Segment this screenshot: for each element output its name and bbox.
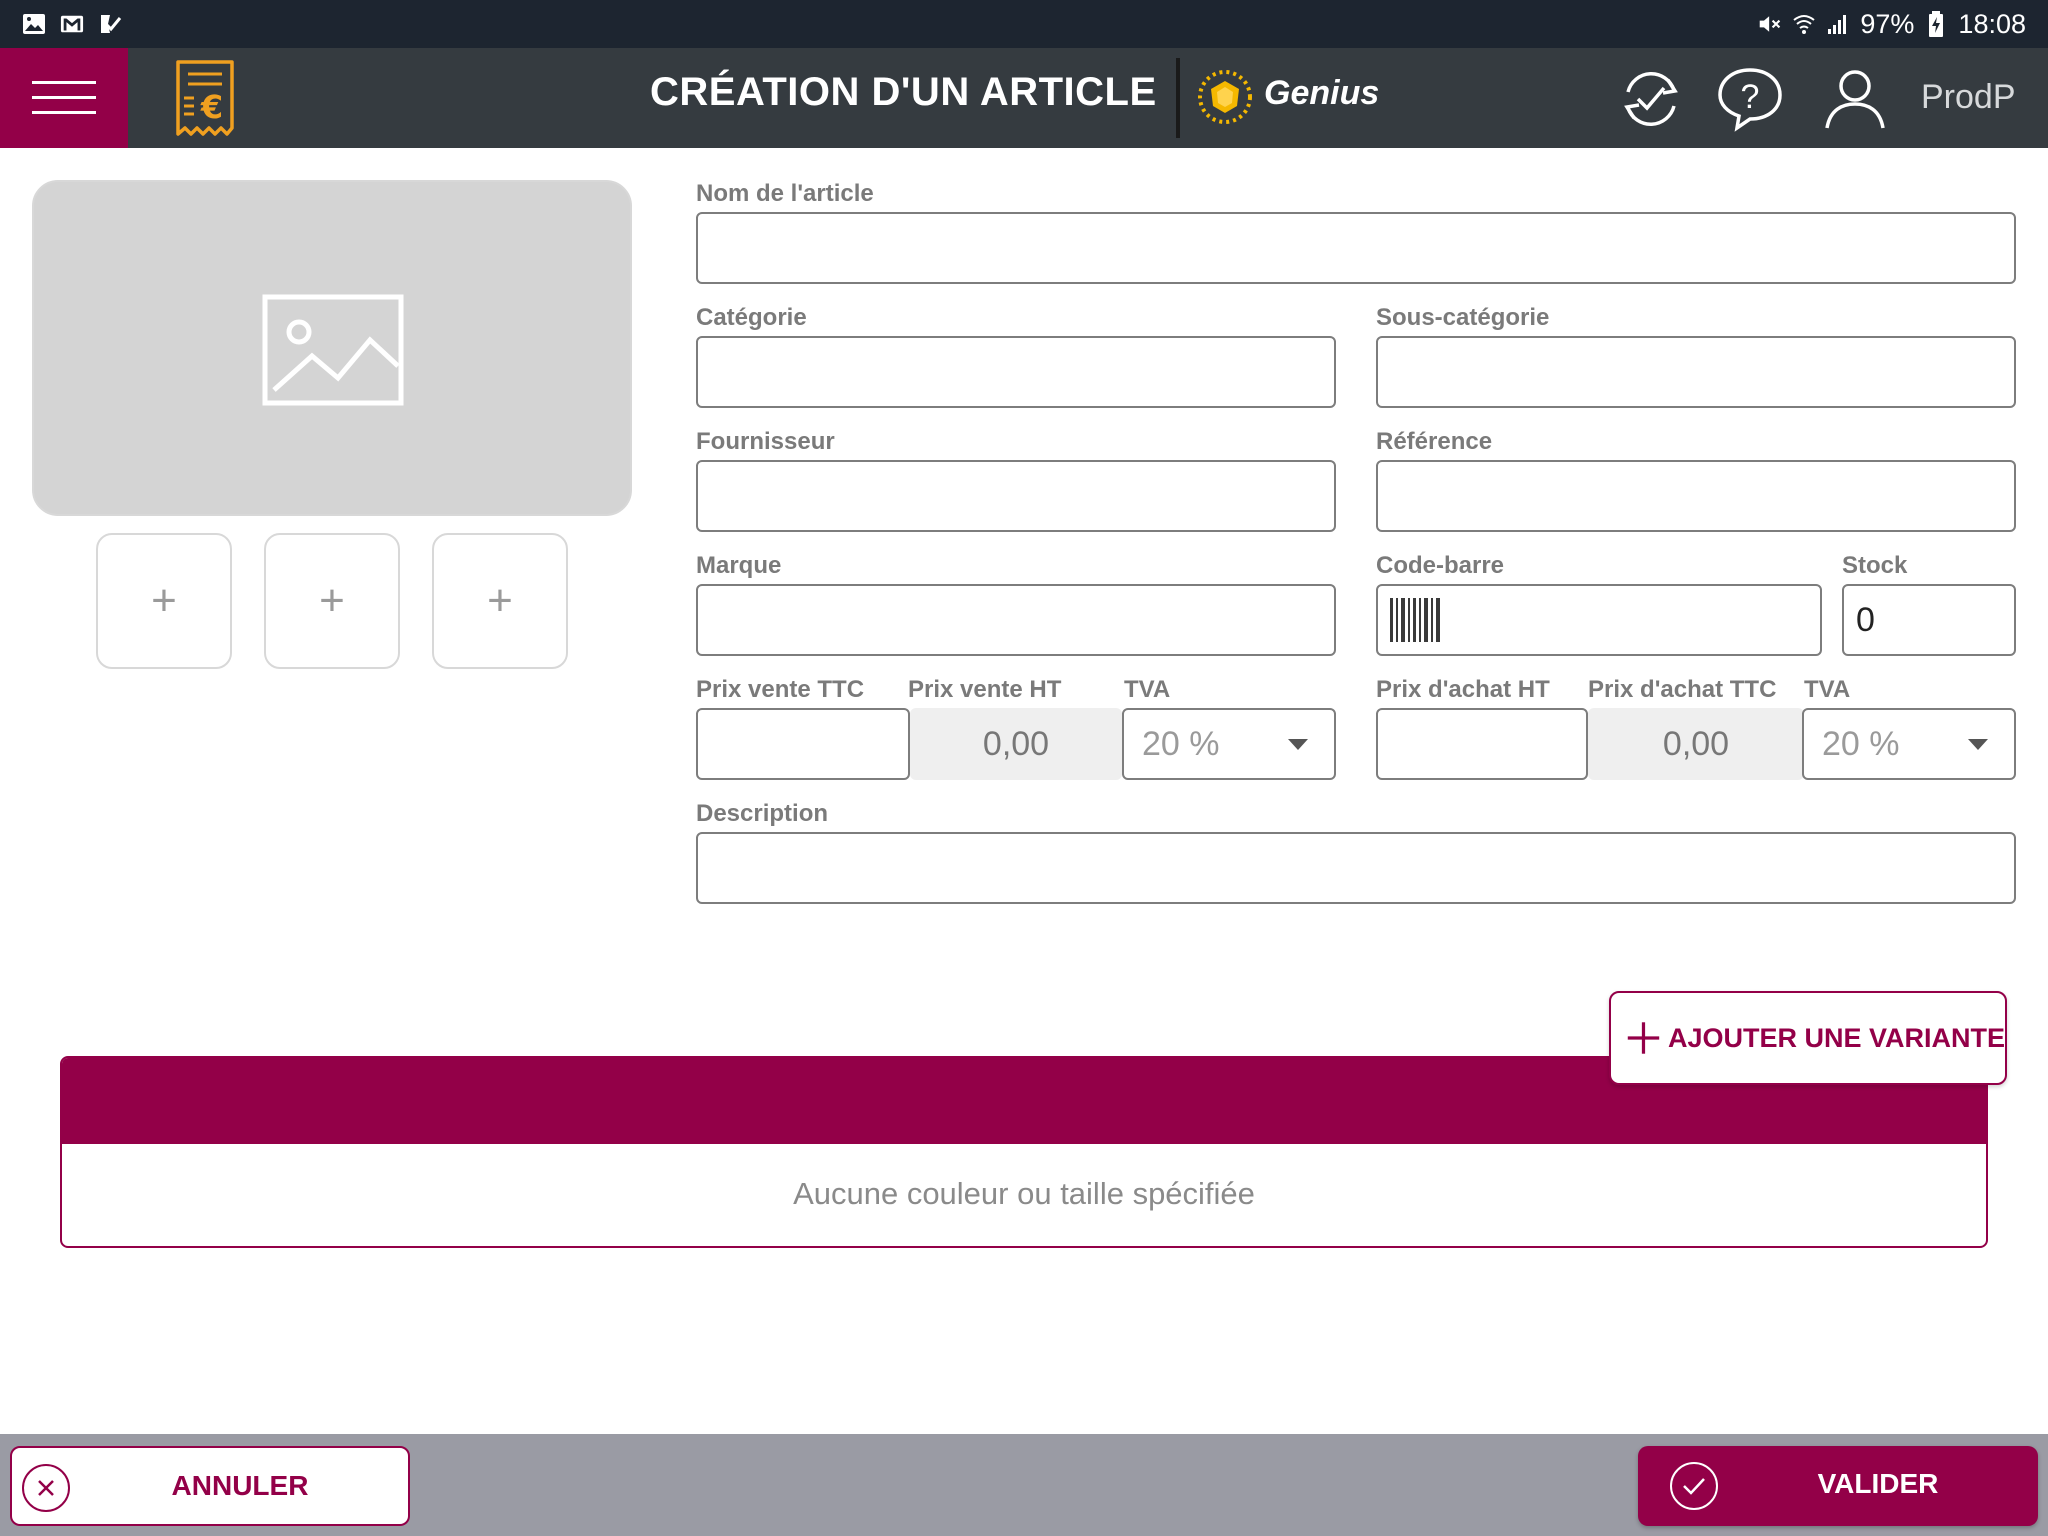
clock: 18:08 xyxy=(1958,8,2026,39)
description-field[interactable] xyxy=(696,832,2016,904)
gallery-icon xyxy=(22,12,46,36)
add-photo-thumb-2[interactable]: + xyxy=(264,533,400,669)
plus-icon xyxy=(1627,1022,1660,1054)
app-root: 97% 18:08 € CRÉATION D'UN ARTICLE Genius… xyxy=(0,0,2048,1536)
main-photo-placeholder[interactable] xyxy=(32,180,632,516)
variants-empty-message: Aucune couleur ou taille spécifiée xyxy=(793,1176,1255,1211)
sale-tva-value: 20 % xyxy=(1142,724,1220,763)
purchase-tva-label: TVA xyxy=(1804,676,1851,703)
purchase-price-ht-label: Prix d'achat HT xyxy=(1376,676,1550,703)
purchase-price-ttc-value: 0,00 xyxy=(1588,708,1804,780)
cancel-label: ANNULER xyxy=(171,1470,309,1501)
user-name[interactable]: ProdP xyxy=(1921,78,2016,117)
sale-price-ht-label: Prix vente HT xyxy=(908,676,1062,703)
brand-name: Genius xyxy=(1264,74,1380,112)
status-right: 97% 18:08 xyxy=(1758,9,2026,40)
signal-icon xyxy=(1826,12,1850,36)
subcategory-label: Sous-catégorie xyxy=(1376,304,1550,331)
category-field[interactable] xyxy=(696,336,1336,408)
chevron-down-icon xyxy=(1288,738,1308,750)
battery-percent: 97% xyxy=(1860,8,1915,39)
supplier-label: Fournisseur xyxy=(696,428,835,455)
cancel-button[interactable]: ANNULER xyxy=(10,1446,410,1526)
close-circle-icon xyxy=(22,1464,70,1512)
reference-label: Référence xyxy=(1376,428,1493,455)
page-title: CRÉATION D'UN ARTICLE xyxy=(650,70,1157,114)
purchase-price-ht-field[interactable] xyxy=(1376,708,1588,780)
status-bar: 97% 18:08 xyxy=(0,0,2048,48)
barcode-icon[interactable] xyxy=(1390,598,1442,642)
stock-field[interactable]: 0 xyxy=(1842,584,2016,656)
check-circle-icon xyxy=(1670,1462,1718,1510)
stock-label: Stock xyxy=(1842,552,1908,579)
sync-icon[interactable] xyxy=(1618,66,1684,132)
barcode-label: Code-barre xyxy=(1376,552,1505,579)
sale-price-ttc-field[interactable] xyxy=(696,708,910,780)
supplier-field[interactable] xyxy=(696,460,1336,532)
chevron-down-icon xyxy=(1968,738,1988,750)
add-photo-thumb-1[interactable]: + xyxy=(96,533,232,669)
add-photo-thumb-3[interactable]: + xyxy=(432,533,568,669)
add-variant-label: AJOUTER UNE VARIANTE xyxy=(1667,1022,2005,1053)
subcategory-field[interactable] xyxy=(1376,336,2016,408)
menu-button[interactable] xyxy=(0,48,128,148)
svg-text:€: € xyxy=(200,88,223,126)
menu-icon xyxy=(32,81,96,114)
sale-tva-label: TVA xyxy=(1124,676,1171,703)
genius-logo-icon xyxy=(1198,70,1252,124)
image-placeholder-icon xyxy=(262,294,404,406)
barcode-field[interactable] xyxy=(1376,584,1822,656)
name-label: Nom de l'article xyxy=(696,180,874,207)
category-label: Catégorie xyxy=(696,304,807,331)
svg-text:?: ? xyxy=(1741,78,1760,116)
add-variant-button[interactable]: AJOUTER UNE VARIANTE xyxy=(1609,991,2007,1085)
clipboard-check-icon xyxy=(98,12,122,36)
user-icon[interactable] xyxy=(1822,66,1888,132)
validate-button[interactable]: VALIDER xyxy=(1638,1446,2038,1526)
name-field[interactable] xyxy=(696,212,2016,284)
footer-bar: ANNULER VALIDER xyxy=(0,1434,2048,1536)
brand-field[interactable] xyxy=(696,584,1336,656)
help-icon[interactable]: ? xyxy=(1717,66,1783,132)
gmail-icon xyxy=(60,12,84,36)
validate-label: VALIDER xyxy=(1817,1468,1939,1499)
mute-icon xyxy=(1758,12,1782,36)
receipt-euro-icon[interactable]: € xyxy=(172,58,238,138)
wifi-icon xyxy=(1792,12,1816,36)
description-label: Description xyxy=(696,800,829,827)
purchase-price-ttc-label: Prix d'achat TTC xyxy=(1588,676,1777,703)
battery-charging-icon xyxy=(1924,11,1948,37)
purchase-tva-value: 20 % xyxy=(1822,724,1900,763)
purchase-tva-select[interactable]: 20 % xyxy=(1802,708,2016,780)
title-divider xyxy=(1176,58,1180,138)
status-left-icons xyxy=(22,12,122,36)
reference-field[interactable] xyxy=(1376,460,2016,532)
app-header: € CRÉATION D'UN ARTICLE Genius ? ProdP xyxy=(0,48,2048,148)
sale-price-ht-value: 0,00 xyxy=(910,708,1122,780)
brand-label: Marque xyxy=(696,552,782,579)
sale-price-ttc-label: Prix vente TTC xyxy=(696,676,865,703)
sale-tva-select[interactable]: 20 % xyxy=(1122,708,1336,780)
